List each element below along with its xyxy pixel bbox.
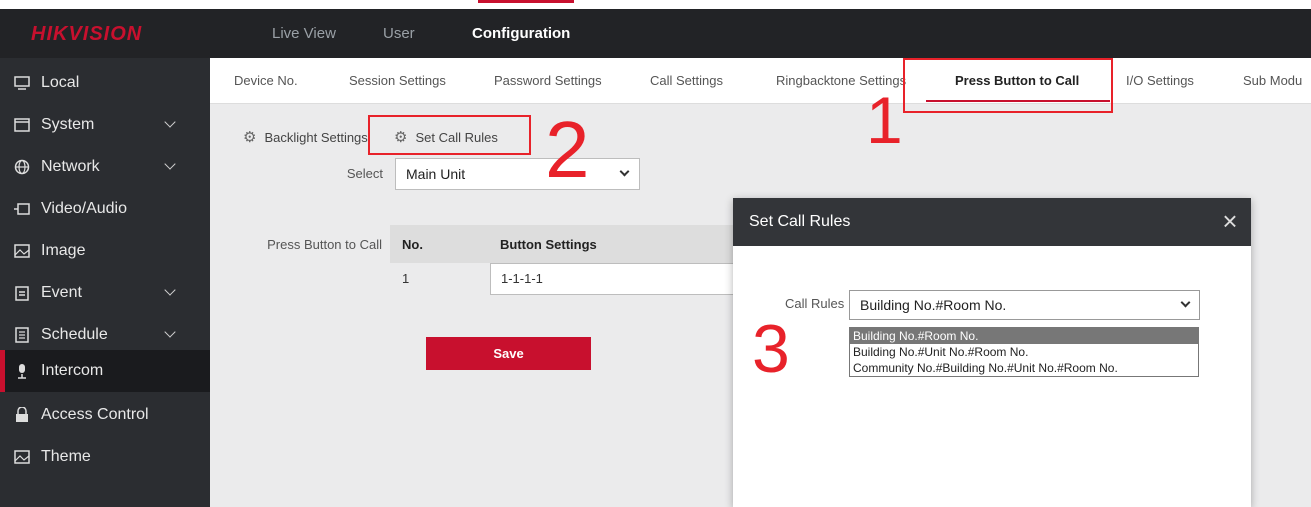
tab-sub-module[interactable]: Sub Modu xyxy=(1243,58,1302,104)
sidebar-item-access-control[interactable]: Access Control xyxy=(0,394,210,436)
chevron-down-icon xyxy=(1180,297,1191,308)
chevron-down-icon xyxy=(164,284,176,296)
button-settings-input[interactable]: 1-1-1-1 xyxy=(490,263,735,295)
sidebar-item-label: System xyxy=(41,116,95,133)
nav-active-indicator xyxy=(478,0,574,3)
window-icon xyxy=(14,117,30,133)
sidebar-item-network[interactable]: Network xyxy=(0,146,210,188)
save-button[interactable]: Save xyxy=(426,337,591,370)
subtab-label: Backlight Settings xyxy=(264,129,368,145)
unit-select-value: Main Unit xyxy=(406,166,466,182)
chevron-down-icon xyxy=(619,166,630,177)
set-call-rules-dialog: Set Call Rules × Call Rules Building No.… xyxy=(733,198,1251,507)
sidebar-item-theme[interactable]: Theme xyxy=(0,436,210,478)
sidebar-item-label: Video/Audio xyxy=(41,200,127,217)
sidebar-item-label: Local xyxy=(41,74,80,91)
sidebar: Local System Network Video/Audio Image E… xyxy=(0,58,210,507)
tab-bar: Device No. Session Settings Password Set… xyxy=(210,58,1311,104)
list-icon xyxy=(14,327,30,343)
table-row-no: 1 xyxy=(402,271,410,286)
lock-icon xyxy=(14,407,30,423)
dialog-title: Set Call Rules xyxy=(749,213,851,230)
sidebar-item-label: Image xyxy=(41,242,86,259)
image-icon xyxy=(14,449,30,465)
sidebar-item-label: Access Control xyxy=(41,406,149,423)
logo: HIKVISION xyxy=(31,23,143,45)
call-rules-select[interactable]: Building No.#Room No. xyxy=(849,290,1200,320)
chevron-down-icon xyxy=(164,326,176,338)
annotation-box-1 xyxy=(903,58,1113,113)
nav-configuration[interactable]: Configuration xyxy=(472,9,570,58)
sidebar-item-label: Intercom xyxy=(41,362,104,379)
close-icon[interactable]: × xyxy=(1219,208,1241,234)
column-header-button-settings: Button Settings xyxy=(500,237,597,252)
tab-session-settings[interactable]: Session Settings xyxy=(349,58,446,104)
sidebar-item-label: Schedule xyxy=(41,326,108,343)
call-rules-dropdown: Building No.#Room No. Building No.#Unit … xyxy=(849,327,1199,377)
nav-user[interactable]: User xyxy=(383,9,415,58)
table-header: No. Button Settings xyxy=(390,225,735,263)
image-icon xyxy=(14,243,30,259)
sidebar-item-event[interactable]: Event xyxy=(0,272,210,314)
chevron-down-icon xyxy=(164,116,176,128)
camera-icon xyxy=(14,201,30,217)
call-rules-label: Call Rules xyxy=(785,296,845,311)
chevron-down-icon xyxy=(164,158,176,170)
tab-io-settings[interactable]: I/O Settings xyxy=(1126,58,1194,104)
annotation-number-2: 2 xyxy=(545,105,590,194)
dropdown-option[interactable]: Community No.#Building No.#Unit No.#Room… xyxy=(850,360,1198,376)
subtab-backlight-settings[interactable]: ⚙ Backlight Settings xyxy=(243,128,368,146)
sidebar-item-system[interactable]: System xyxy=(0,104,210,146)
gear-icon: ⚙ xyxy=(243,129,257,146)
sidebar-item-label: Event xyxy=(41,284,82,301)
sidebar-item-image[interactable]: Image xyxy=(0,230,210,272)
dropdown-option[interactable]: Building No.#Unit No.#Room No. xyxy=(850,344,1198,360)
globe-icon xyxy=(14,159,30,175)
annotation-box-2 xyxy=(368,115,531,155)
tab-call-settings[interactable]: Call Settings xyxy=(650,58,723,104)
sidebar-item-local[interactable]: Local xyxy=(0,62,210,104)
sidebar-item-label: Theme xyxy=(41,448,91,465)
sidebar-item-intercom[interactable]: Intercom xyxy=(0,350,210,392)
annotation-number-1: 1 xyxy=(866,83,903,157)
annotation-number-3: 3 xyxy=(752,311,790,387)
tab-device-no[interactable]: Device No. xyxy=(234,58,298,104)
press-button-label: Press Button to Call xyxy=(267,237,382,252)
monitor-icon xyxy=(14,75,30,91)
dropdown-option[interactable]: Building No.#Room No. xyxy=(850,328,1198,344)
unit-select[interactable]: Main Unit xyxy=(395,158,640,190)
dialog-header: Set Call Rules xyxy=(733,198,1251,246)
call-rules-value: Building No.#Room No. xyxy=(860,297,1007,313)
nav-live-view[interactable]: Live View xyxy=(272,9,336,58)
column-header-no: No. xyxy=(402,237,423,252)
calendar-icon xyxy=(14,285,30,301)
sidebar-item-label: Network xyxy=(41,158,100,175)
select-label: Select xyxy=(346,166,383,181)
top-bar: HIKVISION Live View User Configuration xyxy=(0,0,1311,58)
sidebar-item-video-audio[interactable]: Video/Audio xyxy=(0,188,210,230)
tab-password-settings[interactable]: Password Settings xyxy=(494,58,602,104)
microphone-icon xyxy=(14,363,30,379)
